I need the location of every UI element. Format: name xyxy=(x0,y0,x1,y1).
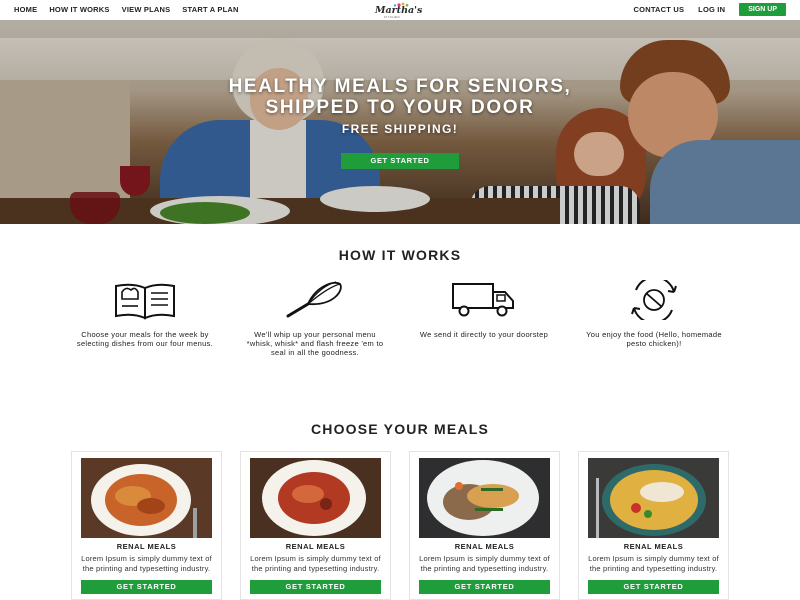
meal-get-started-button[interactable]: GET STARTED xyxy=(81,580,212,594)
meal-image xyxy=(81,458,212,538)
meal-card[interactable]: RENAL MEALS Lorem Ipsum is simply dummy … xyxy=(578,451,729,600)
meal-description: Lorem Ipsum is simply dummy text of the … xyxy=(81,554,212,573)
step-choose-meals: Choose your meals for the week by select… xyxy=(70,280,220,348)
meal-get-started-button[interactable]: GET STARTED xyxy=(588,580,719,594)
choose-meals-title: CHOOSE YOUR MEALS xyxy=(310,421,490,437)
hero-title-line-2: SHIPPED TO YOUR DOOR xyxy=(265,97,535,118)
nav-home[interactable]: HOME xyxy=(14,5,37,14)
step-enjoy: You enjoy the food (Hello, homemade pest… xyxy=(579,280,729,348)
logo-tagline: KITCHEN xyxy=(384,15,400,19)
delivery-truck-icon xyxy=(452,283,514,317)
how-it-works-title: HOW IT WORKS xyxy=(338,247,462,263)
meal-name: RENAL MEALS xyxy=(454,542,515,551)
site-logo[interactable]: Martha's KITCHEN xyxy=(372,1,428,19)
meal-description: Lorem Ipsum is simply dummy text of the … xyxy=(588,554,719,573)
hero-get-started-button[interactable]: GET STARTED xyxy=(341,153,459,169)
nav-log-in[interactable]: LOG IN xyxy=(698,5,725,14)
meal-card[interactable]: RENAL MEALS Lorem Ipsum is simply dummy … xyxy=(409,451,560,600)
meal-card[interactable]: RENAL MEALS Lorem Ipsum is simply dummy … xyxy=(240,451,391,600)
hero-subtitle: FREE SHIPPING! xyxy=(341,122,459,136)
step-text: You enjoy the food (Hello, homemade pest… xyxy=(586,330,722,348)
hero-title: HEALTHY MEALS FOR SENIORS, SHIPPED TO YO… xyxy=(0,76,800,118)
whisk-icon xyxy=(286,281,342,318)
step-text: We'll whip up your personal menu *whisk,… xyxy=(246,330,384,357)
menu-book-icon xyxy=(115,283,175,320)
nav-start-a-plan[interactable]: START A PLAN xyxy=(182,5,238,14)
meal-image xyxy=(419,458,550,538)
meal-name: RENAL MEALS xyxy=(116,542,177,551)
meal-image xyxy=(250,458,381,538)
nav-how-it-works[interactable]: HOW IT WORKS xyxy=(49,5,109,14)
step-delivery: We send it directly to your doorstep xyxy=(409,280,559,339)
step-text: Choose your meals for the week by select… xyxy=(76,330,214,348)
sign-up-button[interactable]: SIGN UP xyxy=(739,3,786,16)
meal-description: Lorem Ipsum is simply dummy text of the … xyxy=(250,554,381,573)
meal-card[interactable]: RENAL MEALS Lorem Ipsum is simply dummy … xyxy=(71,451,222,600)
nav-contact-us[interactable]: CONTACT US xyxy=(634,5,685,14)
meal-description: Lorem Ipsum is simply dummy text of the … xyxy=(419,554,550,573)
step-we-cook: We'll whip up your personal menu *whisk,… xyxy=(240,280,390,357)
meal-name: RENAL MEALS xyxy=(623,542,684,551)
nav-view-plans[interactable]: VIEW PLANS xyxy=(122,5,171,14)
meal-get-started-button[interactable]: GET STARTED xyxy=(419,580,550,594)
hero-banner: HEALTHY MEALS FOR SENIORS, SHIPPED TO YO… xyxy=(0,20,800,224)
meal-name: RENAL MEALS xyxy=(285,542,346,551)
hero-title-line-1: HEALTHY MEALS FOR SENIORS, xyxy=(228,76,572,97)
no-plate-cycle-icon xyxy=(631,280,677,320)
top-nav: HOME HOW IT WORKS VIEW PLANS START A PLA… xyxy=(0,0,800,20)
meal-get-started-button[interactable]: GET STARTED xyxy=(250,580,381,594)
nav-left-links: HOME HOW IT WORKS VIEW PLANS START A PLA… xyxy=(14,5,239,14)
step-text: We send it directly to your doorstep xyxy=(419,330,549,339)
meal-image xyxy=(588,458,719,538)
nav-right-links: CONTACT US LOG IN SIGN UP xyxy=(634,3,786,16)
